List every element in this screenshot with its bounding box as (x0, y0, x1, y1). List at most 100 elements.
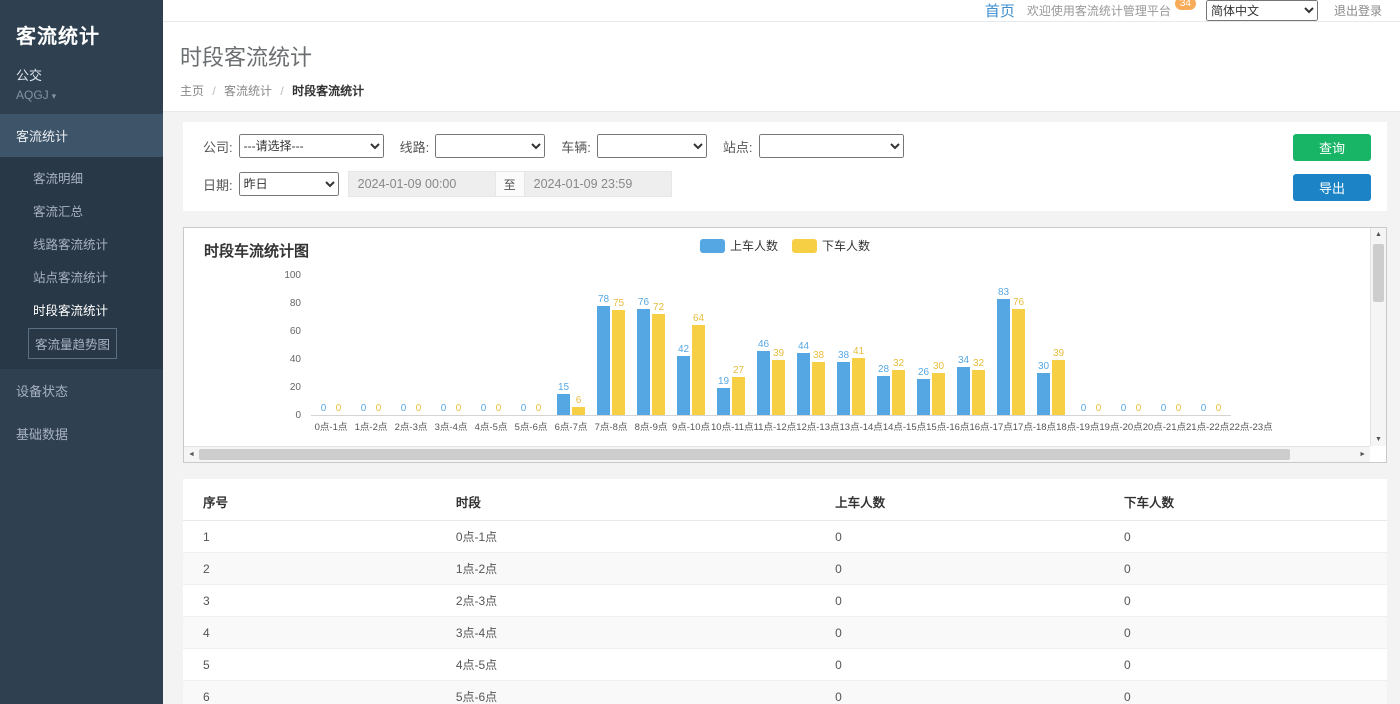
bar-value-label: 0 (1176, 403, 1182, 414)
bar-value-label: 15 (558, 382, 569, 393)
breadcrumb-home[interactable]: 主页 (180, 84, 204, 98)
sidebar-item-passenger-detail[interactable]: 客流明细 (0, 161, 163, 194)
sidebar-item-line-stats[interactable]: 线路客流统计 (0, 227, 163, 260)
bar-value-label: 6 (576, 395, 582, 406)
bar-value-label: 76 (638, 297, 649, 308)
table-row: 54点-5点00 (183, 649, 1387, 681)
bar-value-label: 46 (758, 339, 769, 350)
chart-card: 时段车流统计图 上车人数 下车人数 020406080100 (183, 227, 1387, 463)
vehicle-select[interactable] (597, 134, 707, 158)
chart-legend: 上车人数 下车人数 (700, 237, 870, 254)
table-cell: 0 (815, 681, 1104, 704)
y-tick-label: 20 (290, 382, 301, 393)
bar-value-label: 0 (336, 403, 342, 414)
bar-value-label: 0 (321, 403, 327, 414)
bar-value-label: 38 (813, 350, 824, 361)
date-range: 至 (348, 171, 672, 197)
date-to-input[interactable] (524, 171, 672, 197)
legend-alighting-label: 下车人数 (822, 237, 870, 254)
station-select[interactable] (759, 134, 904, 158)
content: 公司: ---请选择--- 线路: 车辆: 站点: (163, 112, 1400, 704)
x-tick-label: 19点-20点 (1099, 419, 1142, 433)
bar-value-label: 19 (718, 376, 729, 387)
sidebar-item-period-stats[interactable]: 时段客流统计 (0, 293, 163, 326)
scroll-down-icon[interactable]: ▼ (1371, 436, 1386, 443)
bar-value-label: 0 (521, 403, 527, 414)
bar-value-label: 64 (693, 313, 704, 324)
export-button[interactable]: 导出 (1293, 174, 1371, 201)
chart-plot-wrap: 020406080100 000000000000156787576724264… (311, 276, 1231, 433)
table-cell: 0 (1104, 521, 1387, 553)
company-label: 公司: (203, 137, 233, 156)
vertical-scroll-thumb[interactable] (1373, 244, 1384, 302)
filter-actions: 查询 导出 (1293, 134, 1371, 201)
x-tick-label: 4点-5点 (471, 419, 511, 433)
bar-value-label: 28 (878, 364, 889, 375)
legend-alighting[interactable]: 下车人数 (792, 237, 870, 254)
bar-value-label: 0 (416, 403, 422, 414)
bar-value-label: 0 (496, 403, 502, 414)
legend-boarding[interactable]: 上车人数 (700, 237, 778, 254)
sidebar-item-trend-chart[interactable]: 客流量趋势图 (28, 328, 117, 359)
date-from-input[interactable] (348, 171, 496, 197)
bar-group: 00 (351, 276, 391, 415)
query-button[interactable]: 查询 (1293, 134, 1371, 161)
horizontal-scrollbar[interactable]: ◄ ► (184, 446, 1370, 462)
bar-group: 00 (311, 276, 351, 415)
company-select[interactable]: ---请选择--- (239, 134, 384, 158)
table-cell: 2点-3点 (436, 585, 815, 617)
sidebar-item-base-data[interactable]: 基础数据 (0, 412, 163, 455)
bar (772, 360, 785, 415)
sidebar-item-passenger-stats[interactable]: 客流统计 (0, 114, 163, 157)
bar (877, 376, 890, 415)
y-tick-label: 40 (290, 354, 301, 365)
sidebar-item-device-status[interactable]: 设备状态 (0, 369, 163, 412)
scroll-left-icon[interactable]: ◄ (188, 451, 195, 458)
table-cell: 0 (815, 649, 1104, 681)
bar-value-label: 32 (893, 358, 904, 369)
scroll-right-icon[interactable]: ► (1359, 451, 1366, 458)
table-cell: 0 (815, 617, 1104, 649)
table-row: 10点-1点00 (183, 521, 1387, 553)
bar-group: 1927 (711, 276, 751, 415)
table-cell: 0 (1104, 649, 1387, 681)
bar-group: 4639 (751, 276, 791, 415)
scroll-up-icon[interactable]: ▲ (1371, 231, 1386, 238)
bar-group: 3432 (951, 276, 991, 415)
bar (837, 362, 850, 415)
horizontal-scroll-thumb[interactable] (199, 449, 1290, 460)
chart-header: 时段车流统计图 上车人数 下车人数 (184, 228, 1386, 262)
breadcrumb-passenger-stats[interactable]: 客流统计 (224, 84, 272, 98)
line-select[interactable] (435, 134, 545, 158)
language-select[interactable]: 简体中文 (1206, 0, 1318, 21)
vertical-scrollbar[interactable]: ▲ ▼ (1370, 228, 1386, 446)
app-root: 客流统计 公交 AQGJ▾ 客流统计 客流明细 客流汇总 线路客流统计 站点客流… (0, 0, 1400, 704)
bar-value-label: 0 (481, 403, 487, 414)
bar-group: 00 (1191, 276, 1231, 415)
header-alighting: 下车人数 (1104, 483, 1387, 521)
x-tick-label: 10点-11点 (711, 419, 754, 433)
y-tick-label: 60 (290, 326, 301, 337)
bar (612, 310, 625, 415)
home-link[interactable]: 首页 (985, 0, 1015, 21)
date-preset-select[interactable]: 昨日 (239, 172, 339, 196)
org-code-dropdown[interactable]: AQGJ▾ (16, 88, 147, 102)
bar (812, 362, 825, 415)
bar-value-label: 0 (1161, 403, 1167, 414)
header-period: 时段 (436, 483, 815, 521)
table-cell: 3点-4点 (436, 617, 815, 649)
bar-value-label: 0 (361, 403, 367, 414)
bar (1012, 309, 1025, 415)
x-tick-label: 2点-3点 (391, 419, 431, 433)
line-label: 线路: (400, 137, 430, 156)
brand-title: 客流统计 (16, 20, 147, 49)
bar-value-label: 0 (1081, 403, 1087, 414)
breadcrumb-current: 时段客流统计 (292, 84, 364, 98)
logout-link[interactable]: 退出登录 (1334, 2, 1382, 19)
notification-badge[interactable]: 34 (1175, 0, 1196, 10)
main-area: 首页 欢迎使用客流统计管理平台 34 简体中文 退出登录 时段客流统计 主页 /… (163, 0, 1400, 704)
bar (932, 373, 945, 415)
sidebar-item-passenger-summary[interactable]: 客流汇总 (0, 194, 163, 227)
bar-group: 00 (1071, 276, 1111, 415)
sidebar-item-station-stats[interactable]: 站点客流统计 (0, 260, 163, 293)
